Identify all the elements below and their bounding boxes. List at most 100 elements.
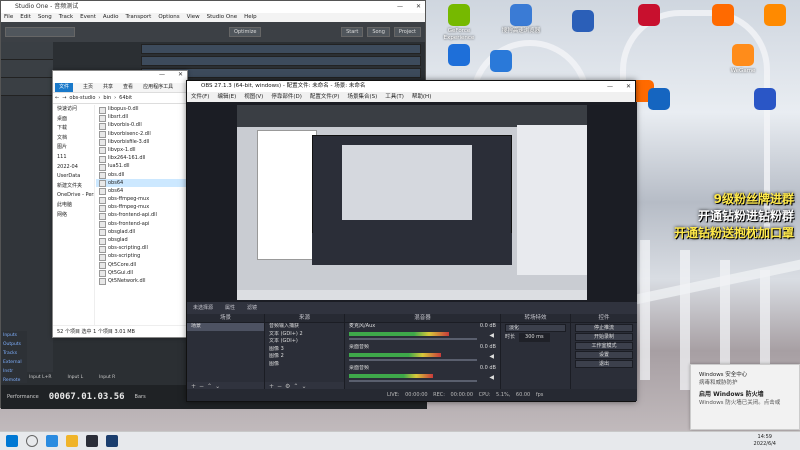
track-lane[interactable] — [141, 56, 421, 66]
duration-input[interactable]: 300 ms — [519, 333, 550, 342]
address-bar[interactable]: ← → obs-studio › bin › 64bit — [53, 92, 187, 104]
menu-view[interactable]: 视图(V) — [244, 92, 263, 102]
menu-view[interactable]: View — [187, 13, 200, 22]
desktop-shortcut[interactable] — [752, 4, 798, 28]
desktop-shortcut[interactable] — [478, 50, 524, 74]
file-item[interactable]: libvorbisfile-3.dll — [96, 138, 187, 147]
source-item[interactable]: 图像 3 — [265, 346, 344, 354]
file-item[interactable]: obs-scripting.dll — [96, 244, 187, 253]
file-item[interactable]: libopus-0.dll — [96, 105, 187, 114]
nav-item[interactable]: 网络 — [53, 211, 94, 221]
close-icon[interactable]: ✕ — [626, 81, 631, 92]
clock[interactable]: 14:59 2022/6/4 — [754, 434, 776, 448]
breadcrumb-part[interactable]: bin — [103, 95, 111, 101]
song-button[interactable]: Song — [367, 27, 390, 37]
nav-item[interactable]: OneDrive - Person — [53, 191, 94, 201]
folder-icon[interactable] — [66, 435, 78, 447]
file-item[interactable]: libvorbisenc-2.dll — [96, 130, 187, 139]
speaker-icon[interactable]: ◀ — [489, 374, 494, 381]
project-button[interactable]: Project — [393, 27, 421, 37]
stop-streaming-button[interactable]: 停止推流 — [575, 324, 633, 332]
tab-instr[interactable]: Instr — [1, 367, 27, 376]
menu-help[interactable]: 帮助(H) — [412, 92, 431, 102]
file-item[interactable]: obs-ffmpeg-mux — [96, 203, 187, 212]
properties-button[interactable]: 属性 — [225, 302, 235, 314]
file-item[interactable]: obsglad.dll — [96, 228, 187, 237]
menu-transport[interactable]: Transport — [126, 13, 152, 22]
minimize-icon[interactable]: — — [607, 81, 613, 92]
desktop-shortcut[interactable] — [700, 4, 746, 28]
source-item[interactable]: 图像 2 — [265, 353, 344, 361]
studio-mode-button[interactable]: 工作室模式 — [575, 342, 633, 350]
source-item[interactable]: 音频输入捕获 — [265, 323, 344, 331]
speaker-icon[interactable]: ◀ — [489, 353, 494, 360]
tab-outputs[interactable]: Outputs — [1, 340, 27, 349]
menu-tools[interactable]: 工具(T) — [385, 92, 404, 102]
exit-button[interactable]: 退出 — [575, 360, 633, 368]
track-lane[interactable] — [141, 44, 421, 54]
file-item[interactable]: libx264-161.dll — [96, 154, 187, 163]
desktop-shortcut[interactable] — [560, 10, 606, 34]
nav-item[interactable]: 此电脑 — [53, 201, 94, 211]
nav-item[interactable]: UserData — [53, 172, 94, 182]
menu-scene-collection[interactable]: 场景集合(S) — [347, 92, 377, 102]
tab-remote[interactable]: Remote — [1, 376, 27, 385]
file-item[interactable]: obs-ffmpeg-mux — [96, 195, 187, 204]
file-item[interactable]: Qt5Gui.dll — [96, 269, 187, 278]
nav-item[interactable]: 111 — [53, 153, 94, 163]
ribbon-file[interactable]: 文件 — [55, 83, 74, 92]
file-item[interactable]: obs-frontend-api — [96, 220, 187, 229]
file-item[interactable]: lua51.dll — [96, 162, 187, 172]
desktop-shortcut[interactable] — [742, 88, 788, 112]
minimize-icon[interactable]: — — [159, 71, 165, 78]
breadcrumb-part[interactable]: obs-studio — [69, 95, 95, 101]
source-item[interactable]: 图像 — [265, 361, 344, 369]
scene-item[interactable]: 场景 — [187, 323, 264, 331]
menu-file[interactable]: 文件(F) — [191, 92, 209, 102]
ribbon-app-tools[interactable]: 应用程序工具 — [143, 83, 173, 92]
nav-item[interactable]: 图片 — [53, 143, 94, 153]
back-icon[interactable]: ← — [55, 95, 59, 101]
obs-icon[interactable] — [86, 435, 98, 447]
filters-button[interactable]: 滤镜 — [247, 302, 257, 314]
nav-item[interactable]: 新建文件夹 — [53, 182, 94, 192]
studio-one-icon[interactable] — [106, 435, 118, 447]
file-item[interactable]: obs-scripting — [96, 252, 187, 262]
breadcrumb-part[interactable]: 64bit — [119, 95, 132, 101]
file-item[interactable]: Qt5Network.dll — [96, 277, 187, 286]
ribbon-share[interactable]: 共享 — [103, 83, 113, 92]
volume-slider[interactable] — [349, 359, 477, 361]
file-item[interactable]: obs64 — [96, 178, 187, 188]
time-display[interactable]: 00067.01.03.56 — [49, 392, 125, 402]
menu-file[interactable]: File — [4, 13, 13, 22]
forward-icon[interactable]: → — [62, 95, 66, 101]
close-icon[interactable]: ✕ — [416, 1, 421, 13]
menu-event[interactable]: Event — [80, 13, 96, 22]
start-recording-button[interactable]: 开始录制 — [575, 333, 633, 341]
minimize-icon[interactable]: — — [397, 1, 403, 13]
ribbon-home[interactable]: 主页 — [83, 83, 93, 92]
transition-select[interactable]: 淡化 — [505, 324, 566, 332]
tab-tracks[interactable]: Tracks — [1, 349, 27, 358]
file-item[interactable]: libvorbis-0.dll — [96, 121, 187, 131]
ribbon-view[interactable]: 查看 — [123, 83, 133, 92]
file-item[interactable]: libvpx-1.dll — [96, 146, 187, 155]
settings-button[interactable]: 设置 — [575, 351, 633, 359]
start-button[interactable]: Start — [341, 27, 364, 37]
file-item[interactable]: obs-frontend-api.dll — [96, 211, 187, 221]
nav-item[interactable]: 2022-04 — [53, 163, 94, 173]
optimize-button[interactable]: Optimize — [229, 27, 262, 37]
menu-audio[interactable]: Audio — [103, 13, 119, 22]
close-icon[interactable]: ✕ — [178, 71, 183, 78]
security-notification[interactable]: Windows 安全中心 病毒和威胁防护 启用 Windows 防火墙 Wind… — [690, 364, 800, 430]
desktop-shortcut[interactable]: GeForce Experience — [436, 4, 482, 42]
menu-song[interactable]: Song — [38, 13, 52, 22]
menu-edit[interactable]: Edit — [20, 13, 31, 22]
desktop-shortcut[interactable] — [626, 4, 672, 28]
nav-item[interactable]: 文档 — [53, 134, 94, 144]
edge-icon[interactable] — [46, 435, 58, 447]
desktop-shortcut[interactable] — [436, 44, 482, 68]
file-item[interactable]: obsglad — [96, 236, 187, 245]
menu-profile[interactable]: 配置文件(P) — [310, 92, 340, 102]
menu-options[interactable]: Options — [158, 13, 179, 22]
